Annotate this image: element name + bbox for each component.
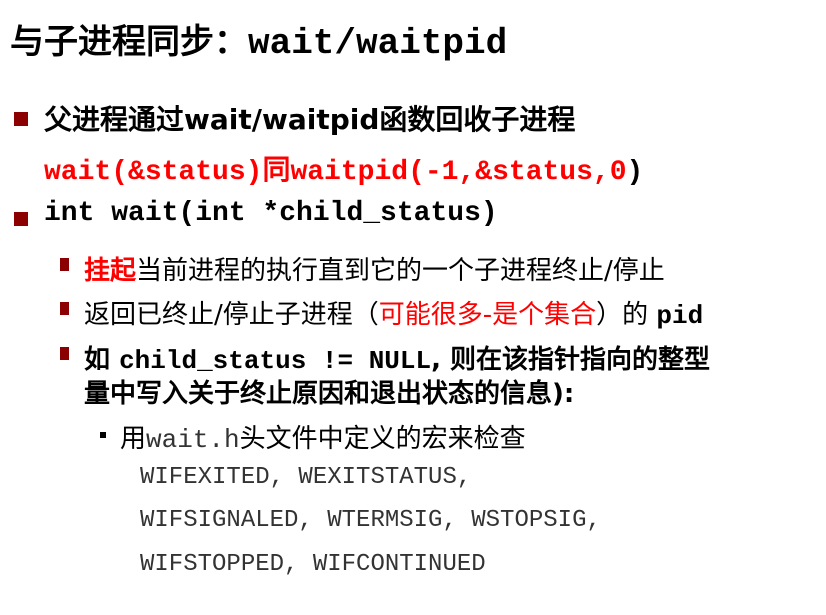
slide-title: 与子进程同步：wait/waitpid [10,14,507,64]
return-note: 可能很多-是个集合 [378,300,597,330]
suspend-desc: 当前进程的执行直到它的一个子进程终止/停止 [136,256,665,286]
bullet-icon [14,212,28,226]
code-waitpid: waitpid(-1,&status,0 [290,157,627,188]
wait-equivalence: wait(&status)同waitpid(-1,&status,0) [44,148,643,188]
pid-code: pid [656,301,704,331]
status-text: 如 [84,345,120,375]
status-code: child_status != NULL [119,346,432,376]
bullet-icon [100,432,106,438]
slide: 与子进程同步：wait/waitpid 父进程通过wait/waitpid函数回… [0,0,826,615]
wait-signature: int wait(int *child_status) [44,198,498,229]
code-wait: wait(&status) [44,157,263,188]
status-text-2: , 则在该指针指向的整型 [431,345,711,375]
suspend-text: 挂起 [84,256,137,286]
bullet-wait-intro: 父进程通过wait/waitpid函数回收子进程 [44,103,576,136]
return-text-2: ）的 [596,300,657,330]
bullet-icon [60,347,69,360]
same-as: 同 [262,153,291,186]
bullet-icon [60,258,69,271]
macro-intro-text: 用 [120,424,147,454]
paren: ) [626,157,644,188]
sub-bullet-status: 如 child_status != NULL, 则在该指针指向的整型 [84,339,710,376]
title-code: wait/waitpid [248,23,508,64]
return-text: 返回已终止/停止子进程（ [84,300,379,330]
sub-bullet-return: 返回已终止/停止子进程（可能很多-是个集合）的 pid [84,294,703,331]
title-text: 与子进程同步： [10,22,248,62]
macro-line: WIFEXITED, WEXITSTATUS, [140,464,472,491]
macro-intro-text-2: 头文件中定义的宏来检查 [239,424,526,454]
macro-line: WIFSIGNALED, WTERMSIG, WSTOPSIG, [140,507,601,534]
macro-intro: 用wait.h头文件中定义的宏来检查 [120,418,526,455]
sub-bullet-status-cont: 量中写入关于终止原因和退出状态的信息): [84,379,575,409]
wait-h-code: wait.h [146,425,240,455]
bullet-icon [14,112,28,126]
sub-bullet-suspend: 挂起当前进程的执行直到它的一个子进程终止/停止 [84,250,665,287]
macro-line: WIFSTOPPED, WIFCONTINUED [140,551,486,578]
bullet-icon [60,302,69,315]
